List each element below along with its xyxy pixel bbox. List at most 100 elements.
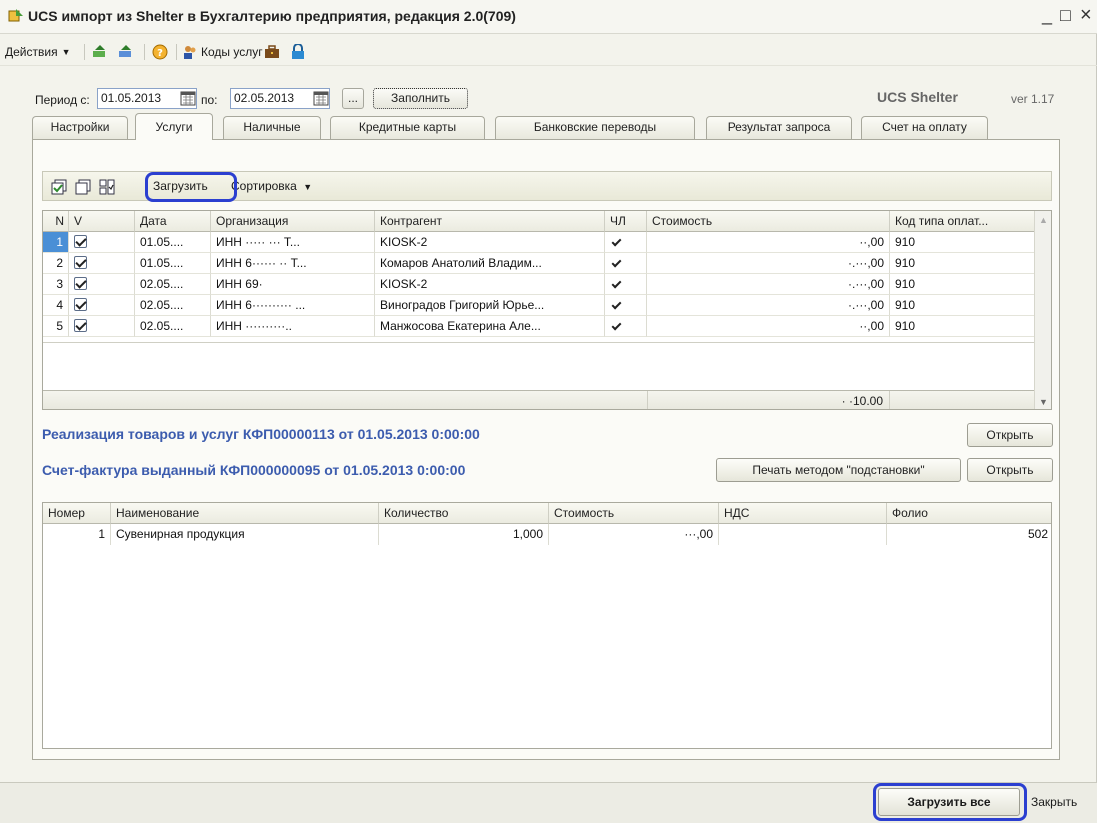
cell-organization[interactable]: ИНН ····· ··· Т... xyxy=(211,232,375,253)
cell-cost[interactable]: ·.···,00 xyxy=(647,274,890,295)
cell-cost[interactable]: ··,00 xyxy=(647,316,890,337)
column-header[interactable]: Стоимость xyxy=(647,211,890,232)
import-green-icon xyxy=(93,45,105,57)
briefcase-button[interactable] xyxy=(264,42,280,62)
row-number[interactable]: 5 xyxy=(43,316,69,337)
cell-payment-code[interactable]: 910 xyxy=(890,232,1036,253)
tab-cash[interactable]: Наличные xyxy=(223,116,321,139)
row-checkbox[interactable] xyxy=(69,253,135,274)
cell-name[interactable]: Сувенирная продукция xyxy=(111,524,379,545)
column-header[interactable]: Дата xyxy=(135,211,211,232)
cell-organization[interactable]: ИНН 69· xyxy=(211,274,375,295)
main-window: UCS импорт из Shelter в Бухгалтерию пред… xyxy=(0,0,1097,823)
total-cost: · ·10.00 xyxy=(647,391,890,409)
row-number[interactable]: 1 xyxy=(43,232,69,253)
cell-contractor[interactable]: Виноградов Григорий Юрье... xyxy=(375,295,605,316)
column-header[interactable]: N xyxy=(43,211,69,232)
column-header[interactable]: V xyxy=(69,211,135,232)
service-codes-button[interactable]: Коды услуг xyxy=(182,42,263,62)
cell-date[interactable]: 02.05.... xyxy=(135,295,211,316)
realization-document-link[interactable]: Реализация товаров и услуг КФП00000113 о… xyxy=(42,426,480,442)
close-window-button[interactable]: × xyxy=(1080,5,1092,25)
invoice-document-link[interactable]: Счет-фактура выданный КФП000000095 от 01… xyxy=(42,462,465,478)
load-green-button[interactable] xyxy=(92,42,108,62)
cell-organization[interactable]: ИНН 6······ ·· Т... xyxy=(211,253,375,274)
cell-payment-code[interactable]: 910 xyxy=(890,295,1036,316)
row-number[interactable]: 4 xyxy=(43,295,69,316)
row-checkbox[interactable] xyxy=(69,232,135,253)
print-substitution-button[interactable]: Печать методом "подстановки" xyxy=(716,458,961,482)
service-codes-label: Коды услуг xyxy=(201,45,263,59)
column-header[interactable]: Наименование xyxy=(111,503,379,524)
checkbox-checked-icon xyxy=(74,298,87,312)
cell-cost[interactable]: ··,00 xyxy=(647,232,890,253)
maximize-button[interactable]: □ xyxy=(1060,6,1071,24)
cell-number[interactable]: 1 xyxy=(43,524,111,545)
row-checkbox[interactable] xyxy=(69,274,135,295)
minimize-button[interactable]: _ xyxy=(1042,6,1052,24)
column-header[interactable]: ЧЛ xyxy=(605,211,647,232)
column-header[interactable]: Контрагент xyxy=(375,211,605,232)
cell-cost[interactable]: ···,00 xyxy=(549,524,719,545)
column-header[interactable]: Количество xyxy=(379,503,549,524)
lock-button[interactable] xyxy=(290,42,306,62)
cell-folio[interactable]: 502 xyxy=(887,524,1051,545)
tab-invoice[interactable]: Счет на оплату xyxy=(861,116,988,139)
version-label: ver 1.17 xyxy=(1011,92,1055,106)
cell-contractor[interactable]: Манжосова Екатерина Але... xyxy=(375,316,605,337)
column-header[interactable]: Организация xyxy=(211,211,375,232)
calendar-icon[interactable] xyxy=(313,90,329,106)
row-checkbox[interactable] xyxy=(69,295,135,316)
cell-date[interactable]: 02.05.... xyxy=(135,274,211,295)
open-invoice-button[interactable]: Открыть xyxy=(967,458,1053,482)
actions-menu[interactable]: Действия ▼ xyxy=(5,42,71,62)
open-realization-button[interactable]: Открыть xyxy=(967,423,1053,447)
tab-bank-transfers[interactable]: Банковские переводы xyxy=(495,116,695,139)
cell-date[interactable]: 01.05.... xyxy=(135,232,211,253)
cell-payment-code[interactable]: 910 xyxy=(890,316,1036,337)
calendar-icon[interactable] xyxy=(180,90,196,106)
column-header[interactable]: НДС xyxy=(719,503,887,524)
cell-chl[interactable] xyxy=(605,316,647,337)
cell-vat[interactable] xyxy=(719,524,887,545)
column-header[interactable]: Номер xyxy=(43,503,111,524)
cell-chl[interactable] xyxy=(605,295,647,316)
column-header[interactable]: Стоимость xyxy=(549,503,719,524)
period-select-button[interactable]: ... xyxy=(342,88,364,109)
row-number[interactable]: 2 xyxy=(43,253,69,274)
cell-organization[interactable]: ИНН 6·········· ... xyxy=(211,295,375,316)
scroll-up-icon[interactable]: ▲ xyxy=(1039,215,1048,225)
cell-date[interactable]: 02.05.... xyxy=(135,316,211,337)
close-button[interactable]: Закрыть xyxy=(1031,795,1077,809)
column-header[interactable]: Код типа оплат... xyxy=(890,211,1036,232)
cell-chl[interactable] xyxy=(605,232,647,253)
tab-settings[interactable]: Настройки xyxy=(32,116,128,139)
cell-date[interactable]: 01.05.... xyxy=(135,253,211,274)
cell-cost[interactable]: ·.···,00 xyxy=(647,295,890,316)
cell-contractor[interactable]: KIOSK-2 xyxy=(375,232,605,253)
fill-button[interactable]: Заполнить xyxy=(373,88,468,109)
cell-contractor[interactable]: KIOSK-2 xyxy=(375,274,605,295)
tab-credit-cards[interactable]: Кредитные карты xyxy=(330,116,485,139)
cell-payment-code[interactable]: 910 xyxy=(890,253,1036,274)
check-all-icon[interactable] xyxy=(51,179,67,195)
row-checkbox[interactable] xyxy=(69,316,135,337)
cell-quantity[interactable]: 1,000 xyxy=(379,524,549,545)
column-header[interactable]: Фолио xyxy=(887,503,1051,524)
scroll-down-icon[interactable]: ▼ xyxy=(1039,397,1048,407)
sort-menu[interactable]: Сортировка ▼ xyxy=(231,179,312,193)
load-blue-button[interactable] xyxy=(118,42,134,62)
invert-selection-icon[interactable] xyxy=(99,179,115,195)
cell-contractor[interactable]: Комаров Анатолий Владим... xyxy=(375,253,605,274)
cell-payment-code[interactable]: 910 xyxy=(890,274,1036,295)
row-number[interactable]: 3 xyxy=(43,274,69,295)
uncheck-all-icon[interactable] xyxy=(75,179,91,195)
cell-chl[interactable] xyxy=(605,253,647,274)
tab-query-result[interactable]: Результат запроса xyxy=(706,116,852,139)
cell-organization[interactable]: ИНН ··········.. xyxy=(211,316,375,337)
vertical-scrollbar[interactable]: ▲ ▼ xyxy=(1034,211,1051,409)
help-button[interactable]: ? xyxy=(152,42,168,62)
cell-cost[interactable]: ·.···,00 xyxy=(647,253,890,274)
cell-chl[interactable] xyxy=(605,274,647,295)
tab-services[interactable]: Услуги xyxy=(135,113,213,140)
